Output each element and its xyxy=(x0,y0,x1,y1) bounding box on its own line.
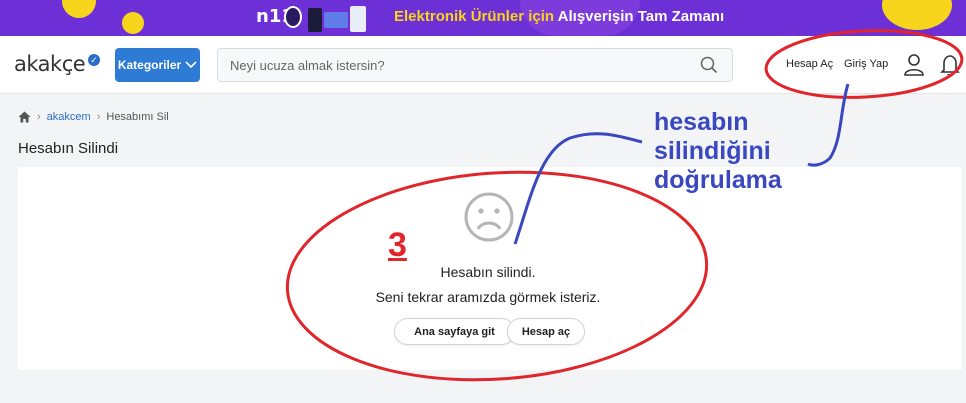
sad-face-icon xyxy=(464,192,514,242)
banner-decoration xyxy=(62,0,96,18)
farewell-message: Seni tekrar aramızda görmek isteriz. xyxy=(375,289,601,305)
create-account-button[interactable]: Hesap aç xyxy=(507,318,585,345)
categories-label: Kategoriler xyxy=(117,58,182,72)
home-page-button[interactable]: Ana sayfaya git xyxy=(394,318,515,345)
banner-text-highlight: Elektronik Ürünler için xyxy=(394,8,555,25)
promo-banner[interactable]: n11 Elektronik Ürünler için Alışverişin … xyxy=(0,0,966,36)
phone-image xyxy=(308,8,322,32)
search-icon[interactable] xyxy=(700,56,718,74)
categories-button[interactable]: Kategoriler xyxy=(115,48,200,82)
breadcrumb-item[interactable]: akakcem xyxy=(47,111,91,123)
banner-decoration xyxy=(882,0,952,30)
annotation-note-line: doğrulama xyxy=(654,166,782,194)
site-logo[interactable]: akakçe xyxy=(14,52,86,76)
annotation-step-number: 3 xyxy=(388,226,407,264)
page: n11 Elektronik Ürünler için Alışverişin … xyxy=(0,0,966,403)
banner-brand-dot xyxy=(284,6,302,28)
annotation-arrow-header xyxy=(807,83,850,167)
deleted-message: Hesabın silindi. xyxy=(440,264,536,280)
site-header: akakçe ✓ Kategoriler Hesap Aç Giriş Yap xyxy=(0,36,966,94)
check-badge-icon: ✓ xyxy=(88,54,100,66)
banner-devices-image xyxy=(306,2,372,34)
chevron-right-icon: › xyxy=(37,111,41,123)
appliance-image xyxy=(350,6,366,32)
chevron-right-icon: › xyxy=(96,111,101,123)
annotation-note-line: silindiğini xyxy=(654,137,771,165)
banner-decoration xyxy=(122,12,144,34)
home-icon[interactable] xyxy=(18,111,31,123)
banner-text: Elektronik Ürünler için Alışverişin Tam … xyxy=(394,8,724,25)
user-icon[interactable] xyxy=(903,53,925,77)
signup-link[interactable]: Hesap Aç xyxy=(786,58,833,70)
annotation-note-line: hesabın xyxy=(654,108,749,136)
bell-icon[interactable] xyxy=(939,53,961,77)
login-link[interactable]: Giriş Yap xyxy=(844,58,888,70)
breadcrumb: › akakcem › Hesabımı Sil xyxy=(18,110,169,124)
search-box xyxy=(217,48,733,82)
breadcrumb-current: Hesabımı Sil xyxy=(106,111,169,123)
search-input[interactable] xyxy=(218,49,688,81)
annotation-note: hesabın silindiğini doğrulama xyxy=(654,108,782,195)
page-title: Hesabın Silindi xyxy=(18,140,119,157)
chevron-down-icon xyxy=(185,61,197,69)
monitor-image xyxy=(324,12,348,28)
banner-text-rest: Alışverişin Tam Zamanı xyxy=(557,8,725,25)
